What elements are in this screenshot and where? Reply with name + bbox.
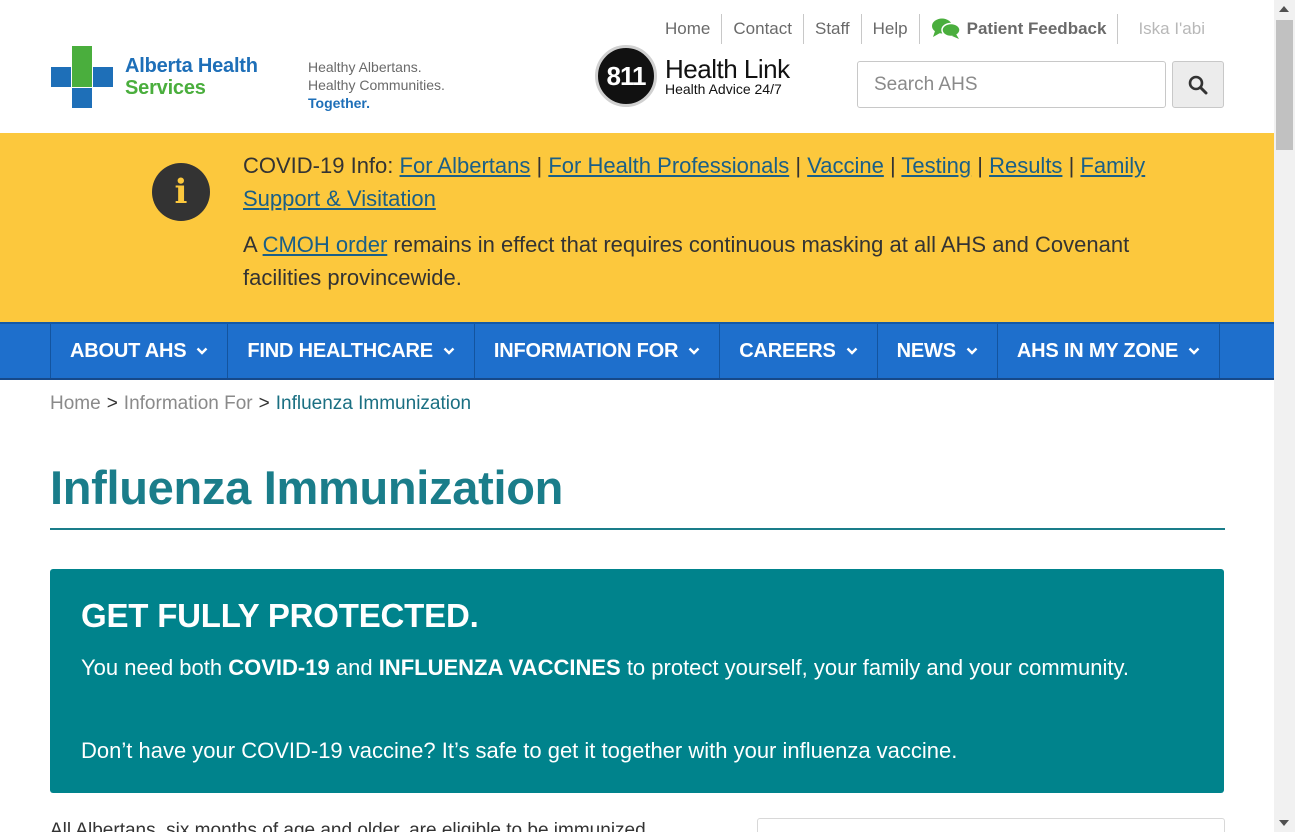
ahs-logo[interactable]: Alberta Health Services bbox=[51, 46, 258, 108]
covid-alert-banner: i COVID-19 Info: For Albertans | For Hea… bbox=[0, 133, 1274, 323]
info-icon: i bbox=[152, 163, 210, 221]
promo-text: to protect yourself, your family and you… bbox=[626, 655, 1129, 680]
promo-paragraph-2: Don’t have your COVID-19 vaccine? It’s s… bbox=[81, 738, 958, 763]
scroll-down-arrow-icon[interactable] bbox=[1279, 820, 1289, 826]
utility-link-help[interactable]: Help bbox=[862, 14, 920, 44]
cmoh-order-link[interactable]: CMOH order bbox=[263, 232, 388, 257]
nav-item-find-healthcare[interactable]: FIND HEALTHCARE bbox=[228, 324, 475, 378]
chevron-down-icon bbox=[966, 347, 978, 355]
alert-prefix: COVID-19 Info: bbox=[243, 153, 394, 178]
chevron-down-icon bbox=[688, 347, 700, 355]
nav-label: CAREERS bbox=[739, 339, 836, 362]
promo-bold-influenza: INFLUENZA VACCINES bbox=[378, 655, 621, 680]
healthlink-title: Health Link bbox=[665, 54, 790, 84]
tagline-line2: Healthy Communities. bbox=[308, 77, 445, 93]
search-button[interactable] bbox=[1172, 61, 1224, 108]
alert-separator: | bbox=[977, 153, 983, 178]
nav-item-about-ahs[interactable]: ABOUT AHS bbox=[51, 324, 229, 378]
breadcrumb-separator: > bbox=[258, 393, 270, 414]
alert-link-testing[interactable]: Testing bbox=[901, 153, 971, 178]
nav-label: AHS IN MY ZONE bbox=[1016, 339, 1179, 362]
chevron-down-icon bbox=[1188, 347, 1200, 355]
nav-label: ABOUT AHS bbox=[70, 339, 187, 362]
healthlink-logo[interactable]: 811 Health Link Health Advice 24/7 bbox=[595, 45, 790, 107]
title-divider bbox=[50, 528, 1225, 530]
utility-link-home[interactable]: Home bbox=[654, 14, 723, 44]
nav-item-information-for[interactable]: INFORMATION FOR bbox=[475, 324, 721, 378]
promo-heading: GET FULLY PROTECTED. bbox=[81, 597, 479, 634]
healthlink-subtitle: Health Advice 24/7 bbox=[665, 81, 782, 97]
chat-bubbles-icon bbox=[931, 18, 961, 39]
body-intro-text: All Albertans, six months of age and old… bbox=[50, 820, 646, 832]
alert-separator: | bbox=[536, 153, 543, 178]
alert-cmoh-notice: A CMOH order remains in effect that requ… bbox=[243, 228, 1193, 294]
alert-link-results[interactable]: Results bbox=[989, 153, 1062, 178]
promo-text: and bbox=[335, 655, 373, 680]
main-nav: ABOUT AHS FIND HEALTHCARE INFORMATION FO… bbox=[0, 322, 1274, 380]
cmoh-pre-text: A bbox=[243, 232, 257, 257]
protection-promo-box: GET FULLY PROTECTED. You need both COVID… bbox=[50, 569, 1224, 793]
search-input[interactable] bbox=[857, 61, 1166, 108]
page-title: Influenza Immunization bbox=[50, 461, 564, 514]
logo-line2: Services bbox=[125, 77, 206, 99]
tagline: Healthy Albertans. Healthy Communities. … bbox=[308, 58, 445, 112]
alert-link-vaccine[interactable]: Vaccine bbox=[807, 153, 884, 178]
alert-content: COVID-19 Info: For Albertans | For Healt… bbox=[243, 149, 1193, 307]
vertical-scrollbar[interactable] bbox=[1274, 0, 1295, 832]
alert-covid-links: COVID-19 Info: For Albertans | For Healt… bbox=[243, 149, 1193, 215]
logo-line1: Alberta Health bbox=[125, 55, 258, 77]
utility-nav: Home Contact Staff Help Patient Feedback… bbox=[654, 14, 1216, 44]
alert-link-for-health-professionals[interactable]: For Health Professionals bbox=[548, 153, 789, 178]
nav-label: NEWS bbox=[896, 339, 956, 362]
promo-bold-covid: COVID-19 bbox=[228, 655, 330, 680]
breadcrumb-home[interactable]: Home bbox=[50, 393, 101, 414]
patient-feedback-label: Patient Feedback bbox=[966, 19, 1107, 38]
promo-text: You need both bbox=[81, 655, 223, 680]
utility-link-staff[interactable]: Staff bbox=[804, 14, 862, 44]
alert-link-for-albertans[interactable]: For Albertans bbox=[400, 153, 531, 178]
logo-text: Alberta Health Services bbox=[125, 55, 258, 99]
alert-separator: | bbox=[1068, 153, 1075, 178]
breadcrumb-separator: > bbox=[106, 393, 118, 414]
breadcrumb-current: Influenza Immunization bbox=[275, 393, 472, 414]
nav-item-news[interactable]: NEWS bbox=[878, 324, 998, 378]
breadcrumb-information-for[interactable]: Information For bbox=[124, 393, 253, 414]
nav-item-careers[interactable]: CAREERS bbox=[720, 324, 878, 378]
alert-separator: | bbox=[795, 153, 802, 178]
chevron-down-icon bbox=[443, 347, 455, 355]
tagline-line1: Healthy Albertans. bbox=[308, 59, 422, 75]
nav-label: FIND HEALTHCARE bbox=[247, 339, 433, 362]
healthlink-text: Health Link Health Advice 24/7 bbox=[665, 56, 790, 96]
nav-label: INFORMATION FOR bbox=[493, 339, 679, 362]
search-icon bbox=[1188, 75, 1208, 94]
chevron-down-icon bbox=[197, 347, 208, 355]
scrollbar-thumb[interactable] bbox=[1276, 20, 1293, 150]
healthlink-811-badge: 811 bbox=[595, 45, 657, 107]
alert-separator: | bbox=[889, 153, 896, 178]
page: Home Contact Staff Help Patient Feedback… bbox=[0, 0, 1274, 832]
search-bar bbox=[857, 61, 1224, 108]
utility-link-contact[interactable]: Contact bbox=[722, 14, 804, 44]
scroll-up-arrow-icon[interactable] bbox=[1279, 6, 1289, 12]
breadcrumb: Home > Information For > Influenza Immunizat… bbox=[50, 393, 471, 415]
patient-feedback-link[interactable]: Patient Feedback bbox=[920, 14, 1119, 44]
tagline-line3: Together. bbox=[308, 95, 370, 111]
promo-paragraph-1: You need both COVID-19 and INFLUENZA VAC… bbox=[81, 651, 1161, 685]
language-link[interactable]: Iska I'abi bbox=[1118, 14, 1216, 44]
nav-item-ahs-in-my-zone[interactable]: AHS IN MY ZONE bbox=[998, 324, 1221, 378]
sidebar-box bbox=[757, 818, 1225, 832]
ahs-cross-icon bbox=[51, 46, 115, 108]
chevron-down-icon bbox=[846, 347, 858, 355]
